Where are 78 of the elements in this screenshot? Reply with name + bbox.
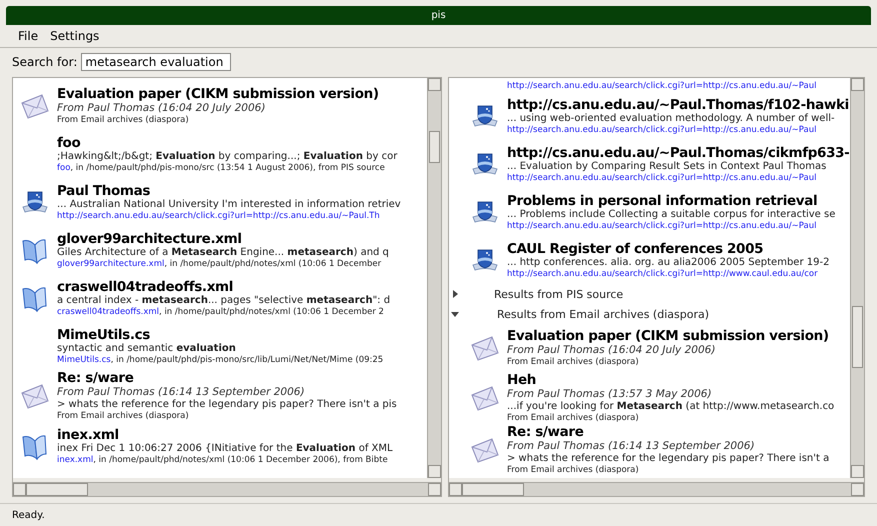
search-field[interactable]: metasearch evaluation — [81, 52, 232, 70]
file-link[interactable]: foo — [57, 162, 70, 172]
sender-text: From Paul Thomas (13:57 3 May 2006) — [507, 388, 713, 401]
menu-item[interactable]: File — [18, 27, 38, 45]
snippet-text: syntactic and semantic evaluation — [57, 342, 237, 354]
group-header[interactable]: Results from Email archives (diaspora) — [497, 308, 709, 320]
url-link[interactable]: http://search.anu.edu.au/search/click.cgi?url=http://cs.anu.edu.au/~Paul — [507, 220, 836, 232]
snippet-text: > whats the reference for the legendary pis paper? There isn't a — [507, 453, 830, 465]
sender-text: From Paul Thomas (16:04 20 July 2006) — [507, 344, 716, 357]
location-text: glover99architecture.xml, in /home/pault/phd/notes/xml (10:06 1 December — [57, 258, 382, 270]
result-title[interactable]: glover99architecture.xml — [57, 230, 389, 246]
location-text: craswell04tradeoffs.xml, in /home/pault/phd/notes/xml (10:06 1 December 2 — [57, 306, 385, 318]
vertical-scrollbar[interactable] — [427, 78, 441, 478]
url-link[interactable]: http://search.anu.edu.au/search/click.cgi?url=http://cs.anu.edu.au/~Paul — [507, 124, 849, 136]
snippet-text: inex Fri Dec 1 10:06:27 2006 {INitiative for the Evaluation of XML — [57, 442, 393, 454]
result-title[interactable]: Re: s/ware — [507, 424, 830, 440]
search-label: Search for: — [12, 54, 78, 68]
snippet-text: Giles Architecture of a Metasearch Engine... metasearch) and q — [57, 246, 389, 258]
sender-text: From Paul Thomas (16:14 13 September 2006) — [507, 440, 756, 453]
envelope-icon — [470, 335, 500, 361]
collapse-arrow-icon[interactable] — [451, 312, 459, 316]
snippet-text: ... http conferences. alia. org. au alia2006 2005 September 19-2 — [507, 256, 830, 268]
snippet-text: ...if you're looking for Metasearch (at http://www.metasearch.co — [507, 401, 834, 413]
source-text: From Email archives (diaspora) — [57, 411, 190, 422]
sender-text: From Paul Thomas (16:14 13 September 2006) — [57, 386, 306, 399]
url-link[interactable]: http://search.anu.edu.au/search/click.cgi?url=http://cs.anu.edu.au/~Paul.Th — [57, 210, 401, 222]
window-title: pis — [431, 10, 446, 21]
expand-arrow-icon[interactable] — [453, 290, 458, 298]
source-text: From Email archives (diaspora) — [507, 413, 640, 424]
envelope-icon — [470, 385, 500, 411]
file-link[interactable]: MimeUtils.cs — [57, 354, 111, 364]
menu-item[interactable]: Settings — [50, 27, 100, 45]
url-link[interactable]: http://search.anu.edu.au/search/click.cgi?url=http://www.caul.edu.au/cor — [507, 268, 830, 280]
crest-icon — [470, 199, 500, 225]
envelope-icon — [470, 437, 500, 463]
source-text: From Email archives (diaspora) — [57, 115, 190, 126]
vertical-scrollbar[interactable] — [850, 78, 864, 478]
horizontal-scrollbar[interactable] — [449, 482, 864, 496]
source-text: From Email archives (diaspora) — [507, 357, 640, 368]
result-title[interactable]: CAUL Register of conferences 2005 — [507, 240, 830, 256]
crest-icon — [470, 247, 500, 273]
source-text: From Email archives (diaspora) — [507, 465, 640, 476]
result-title[interactable]: craswell04tradeoffs.xml — [57, 278, 390, 294]
snippet-text: ... Problems include Collecting a suitable corpus for interactive se — [507, 208, 836, 220]
result-title[interactable]: Problems in personal information retrieval — [507, 192, 836, 208]
file-link[interactable]: glover99architecture.xml — [57, 258, 164, 268]
result-title[interactable]: foo — [57, 134, 398, 150]
result-title[interactable]: http://cs.anu.edu.au/~Paul.Thomas/cikmfp633- — [507, 144, 850, 160]
status-text: Ready. — [12, 510, 45, 520]
snippet-text: ... using web-oriented evaluation methodology. A number of well- — [507, 112, 835, 124]
location-text: foo, in /home/pault/phd/pis-mono/src (13:54 1 August 2006), from PIS source — [57, 162, 386, 174]
sender-text: From Paul Thomas (16:04 20 July 2006) — [57, 102, 266, 115]
horizontal-scrollbar[interactable] — [13, 482, 441, 496]
snippet-text: ... Evaluation by Comparing Result Sets in Context Paul Thomas — [507, 160, 826, 172]
result-title[interactable]: MimeUtils.cs — [57, 326, 384, 342]
file-link[interactable]: inex.xml — [57, 454, 94, 464]
url-link[interactable]: http://search.anu.edu.au/search/click.cgi?url=http://cs.anu.edu.au/~Paul — [507, 81, 816, 92]
location-text: inex.xml, in /home/pault/phd/notes/xml (10:06 1 December 2006), from Bibte — [57, 454, 389, 466]
result-title[interactable]: Evaluation paper (CIKM submission version) — [57, 86, 379, 102]
location-text: MimeUtils.cs, in /home/pault/phd/pis-mono/src/lib/Lumi/Net/Net/Mime (09:25 — [57, 354, 384, 366]
snippet-text: > whats the reference for the legendary pis paper? There isn't a pis — [57, 399, 397, 411]
result-title[interactable]: Heh — [507, 372, 834, 388]
crest-icon — [20, 189, 50, 215]
crest-icon — [470, 151, 500, 177]
result-title[interactable]: Paul Thomas — [57, 182, 401, 198]
crest-icon — [470, 103, 500, 129]
group-header[interactable]: Results from PIS source — [494, 288, 624, 300]
result-title[interactable]: Evaluation paper (CIKM submission version) — [507, 328, 829, 344]
url-link[interactable]: http://search.anu.edu.au/search/click.cgi?url=http://cs.anu.edu.au/~Paul — [507, 172, 850, 184]
snippet-text: ... Australian National University I'm interested in information retriev — [57, 198, 401, 210]
result-title[interactable]: http://cs.anu.edu.au/~Paul.Thomas/f102-hawki — [507, 96, 849, 112]
file-link[interactable]: craswell04tradeoffs.xml — [57, 306, 160, 316]
result-title[interactable]: inex.xml — [57, 426, 393, 442]
snippet-text: a central index - metasearch... pages "selective metasearch": d — [57, 294, 390, 306]
envelope-icon — [20, 93, 50, 119]
result-title[interactable]: Re: s/ware — [57, 370, 397, 386]
envelope-icon — [20, 383, 50, 409]
snippet-text: ;Hawking&lt;/b&gt; Evaluation by comparing...; Evaluation by cor — [57, 150, 398, 162]
